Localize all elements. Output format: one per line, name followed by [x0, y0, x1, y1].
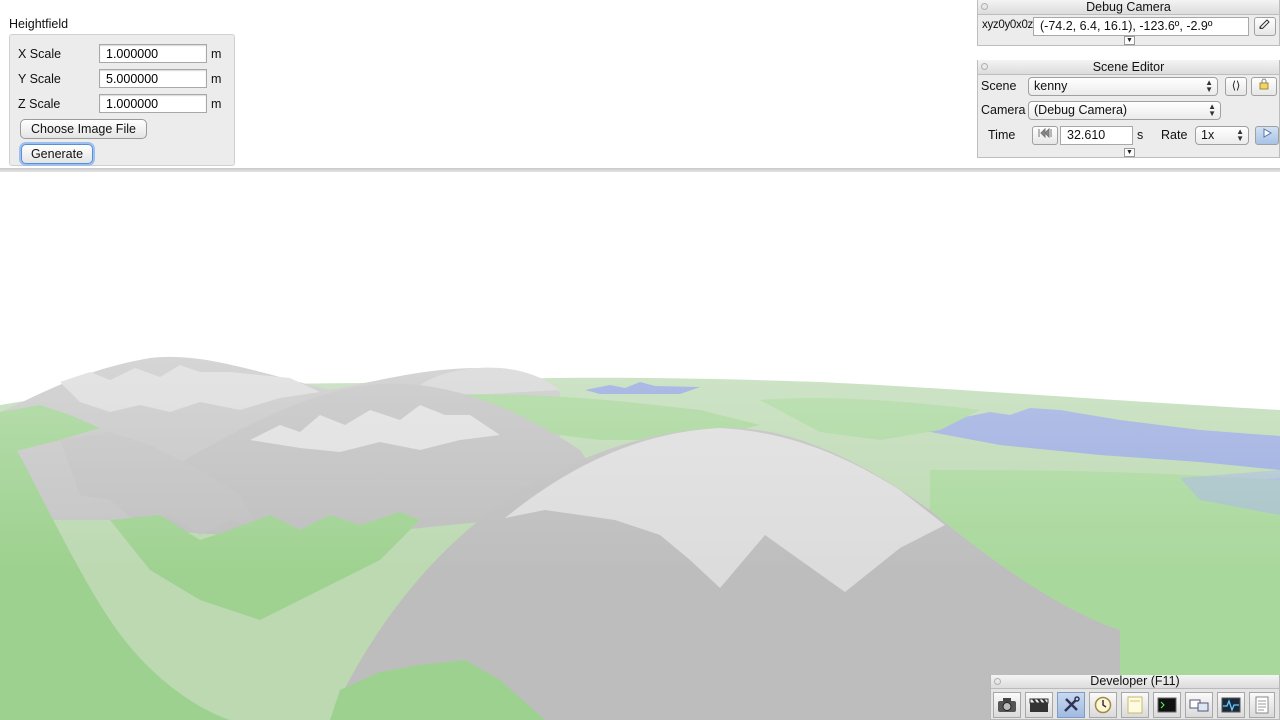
camera-coords-field[interactable]: (-74.2, 6.4, 16.1), -123.6º, -2.9º [1033, 17, 1249, 36]
choose-image-file-button[interactable]: Choose Image File [20, 119, 147, 139]
developer-toolbar: Developer (F11) [990, 675, 1280, 720]
debug-camera-title[interactable]: Debug Camera [978, 0, 1279, 15]
heightfield-panel: X Scale m Y Scale m Z Scale m Choose Ima… [9, 34, 235, 166]
select-arrows-icon: ▲ ▼ [1205, 78, 1213, 94]
camera-label: Camera [981, 103, 1026, 117]
clock-icon[interactable] [1089, 692, 1117, 718]
debug-camera-panel: Debug Camera xyz0y0x0z (-74.2, 6.4, 16.1… [977, 0, 1280, 46]
panel-close-icon[interactable] [981, 63, 988, 70]
tools-icon[interactable] [1057, 692, 1085, 718]
note-icon[interactable] [1121, 692, 1149, 718]
clapperboard-icon[interactable] [1025, 692, 1053, 718]
camera-select[interactable]: (Debug Camera) ▲ ▼ [1028, 101, 1221, 120]
z-scale-input[interactable] [99, 94, 207, 113]
time-label: Time [988, 128, 1016, 142]
y-scale-input[interactable] [99, 69, 207, 88]
x-scale-input[interactable] [99, 44, 207, 63]
panel-close-icon[interactable] [994, 678, 1001, 685]
generate-button[interactable]: Generate [21, 144, 93, 164]
rewind-icon[interactable] [1032, 126, 1058, 145]
y-scale-unit: m [211, 72, 222, 86]
play-icon[interactable] [1255, 126, 1279, 145]
document-icon[interactable] [1249, 692, 1275, 718]
camera-select-value: (Debug Camera) [1034, 103, 1128, 117]
chevron-down-icon[interactable]: ▼ [1124, 148, 1135, 157]
activity-monitor-icon[interactable] [1217, 692, 1245, 718]
select-arrows-icon: ▲ ▼ [1236, 127, 1244, 143]
terminal-icon[interactable] [1153, 692, 1181, 718]
x-scale-label: X Scale [18, 47, 62, 61]
scene-select[interactable]: kenny ▲ ▼ [1028, 77, 1218, 96]
rate-select[interactable]: 1x ▲ ▼ [1195, 126, 1249, 145]
terrain-render [0, 172, 1280, 720]
lock-icon[interactable] [1251, 77, 1277, 96]
scene-editor-panel: Scene Editor Scene kenny ▲ ▼ ⟨⟩ Camera (D… [977, 60, 1280, 158]
windows-icon[interactable] [1185, 692, 1213, 718]
z-scale-unit: m [211, 97, 222, 111]
rate-label: Rate [1161, 128, 1188, 142]
reload-icon[interactable]: ⟨⟩ [1225, 77, 1247, 96]
camera-icon[interactable] [993, 692, 1021, 718]
scene-editor-title[interactable]: Scene Editor [978, 60, 1279, 75]
select-arrows-icon: ▲ ▼ [1208, 102, 1216, 118]
y-scale-label: Y Scale [18, 72, 61, 86]
chevron-down-icon[interactable]: ▼ [1124, 36, 1135, 45]
edit-camera-icon[interactable] [1254, 17, 1276, 36]
heightfield-title: Heightfield [9, 17, 69, 31]
z-scale-label: Z Scale [18, 97, 61, 111]
rate-select-value: 1x [1201, 128, 1215, 142]
camera-mode-label: xyz0y0x0z [982, 19, 1033, 31]
developer-toolbar-title[interactable]: Developer (F11) [991, 675, 1279, 689]
scene-select-value: kenny [1034, 79, 1068, 93]
scene-label: Scene [981, 79, 1017, 93]
time-field[interactable]: 32.610 [1060, 126, 1133, 145]
time-unit: s [1137, 128, 1144, 142]
x-scale-unit: m [211, 47, 222, 61]
panel-close-icon[interactable] [981, 3, 988, 10]
3d-viewport[interactable] [0, 172, 1280, 720]
